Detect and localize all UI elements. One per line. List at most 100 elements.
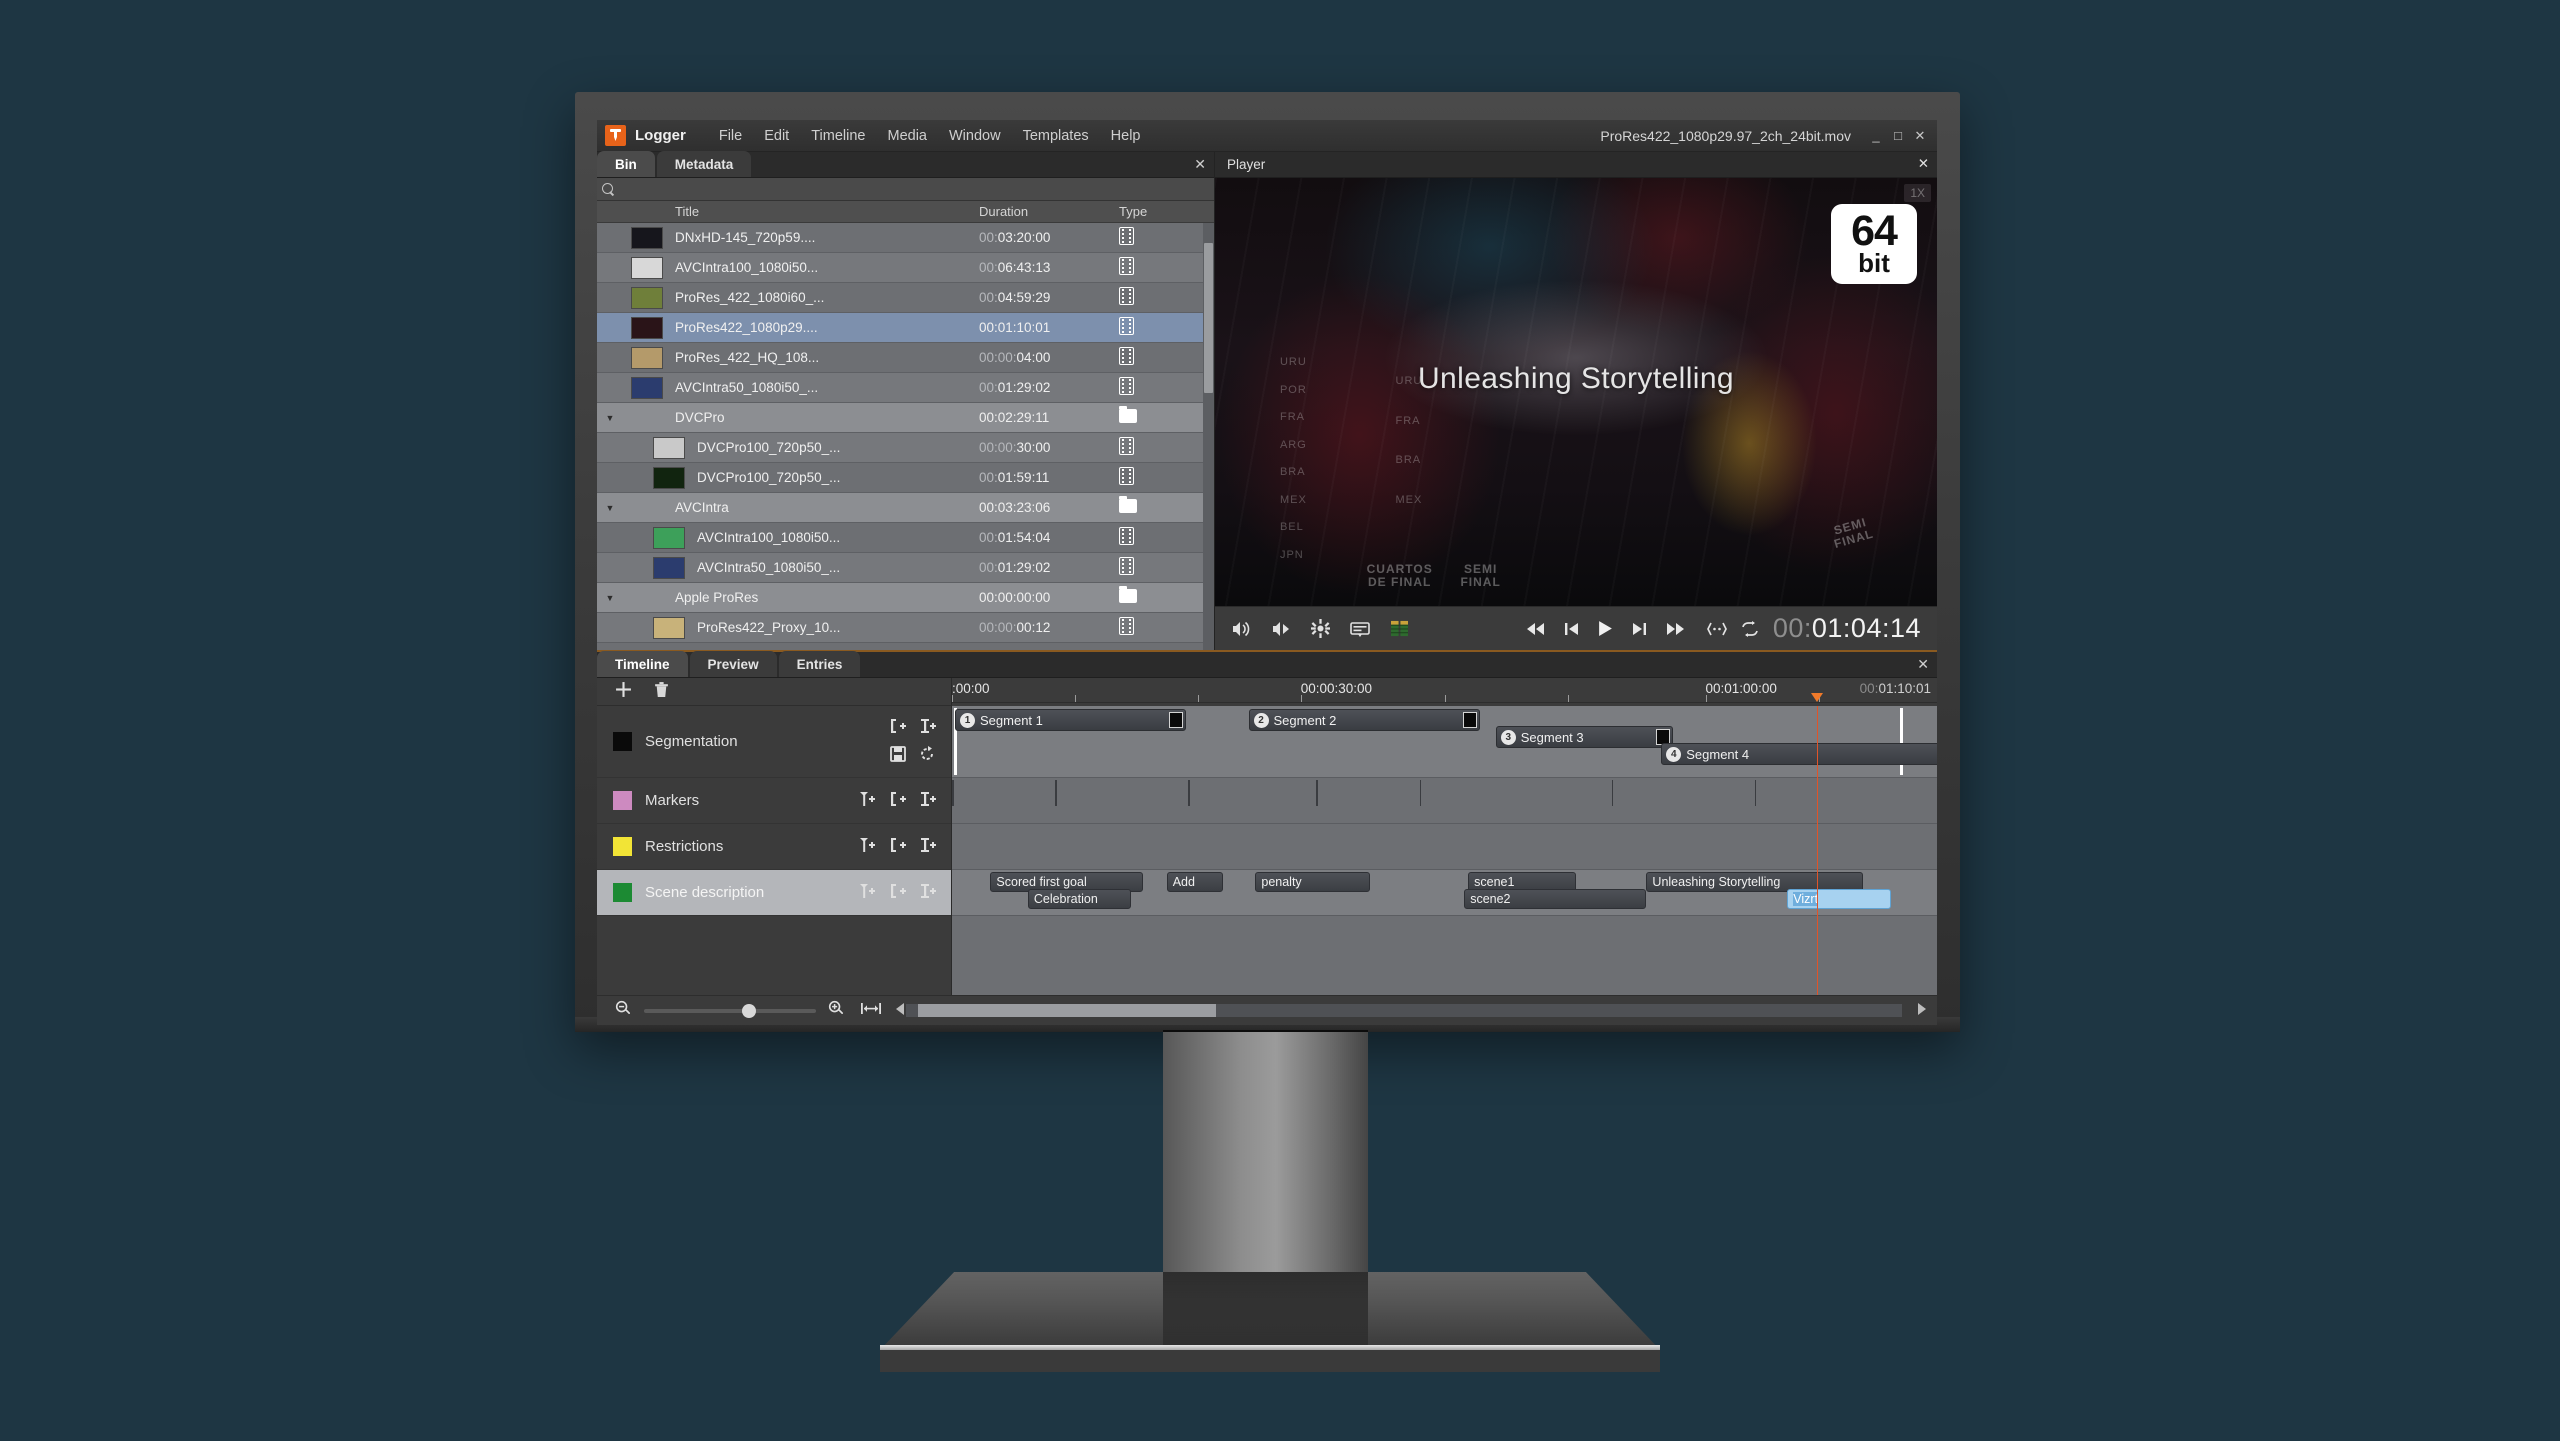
column-header-duration[interactable]: Duration bbox=[979, 204, 1119, 219]
playhead-flag[interactable] bbox=[1810, 693, 1823, 702]
track-header-markers[interactable]: Markers bbox=[597, 778, 951, 824]
segment-block[interactable]: 2 Segment 2 bbox=[1248, 709, 1480, 731]
settings-gear-icon[interactable] bbox=[1311, 619, 1330, 638]
search-input[interactable] bbox=[615, 181, 1214, 197]
scroll-right-icon[interactable] bbox=[1916, 1002, 1927, 1019]
delete-icon[interactable] bbox=[654, 681, 669, 702]
mark-in-icon[interactable] bbox=[890, 718, 907, 738]
add-marker-icon[interactable] bbox=[860, 791, 877, 811]
track-lane-restrictions[interactable] bbox=[952, 824, 1937, 870]
timeline-ruler[interactable]: :00:00 00:00:30:00 00:01:00:00 00:01:10:01 bbox=[952, 678, 1937, 703]
maximize-button[interactable]: □ bbox=[1887, 125, 1909, 147]
bin-row[interactable]: ▼ DVCPro 00:02:29:11 bbox=[597, 403, 1214, 433]
segment-block[interactable]: 1 Segment 1 bbox=[955, 709, 1187, 731]
menu-media[interactable]: Media bbox=[876, 126, 938, 146]
bin-row[interactable]: DNxHD-145_720p59.... 00:03:20:00 bbox=[597, 223, 1214, 253]
track-header-scene-description[interactable]: Scene description bbox=[597, 870, 951, 916]
track-lane-markers[interactable] bbox=[952, 778, 1937, 824]
zoom-slider-knob[interactable] bbox=[742, 1003, 756, 1018]
timeline-scrollbar-thumb[interactable] bbox=[918, 1004, 1216, 1017]
bin-row[interactable]: ProRes422_Proxy_10... 00:00:00:12 bbox=[597, 613, 1214, 643]
mark-out-icon[interactable] bbox=[920, 718, 937, 738]
marker-tick[interactable] bbox=[1611, 780, 1614, 806]
scene-entry[interactable]: Celebration bbox=[1027, 889, 1132, 909]
add-marker-icon[interactable] bbox=[860, 883, 877, 903]
tab-bin[interactable]: Bin bbox=[597, 151, 655, 177]
menu-file[interactable]: File bbox=[708, 126, 753, 146]
menu-window[interactable]: Window bbox=[938, 126, 1012, 146]
mark-out-icon[interactable] bbox=[920, 791, 937, 811]
next-frame-icon[interactable] bbox=[1632, 622, 1646, 636]
zoom-out-icon[interactable] bbox=[615, 1000, 632, 1021]
menu-edit[interactable]: Edit bbox=[753, 126, 800, 146]
marker-tick[interactable] bbox=[1754, 780, 1757, 806]
fit-to-width-icon[interactable] bbox=[861, 1002, 881, 1019]
mark-out-icon[interactable] bbox=[920, 837, 937, 857]
track-header-restrictions[interactable]: Restrictions bbox=[597, 824, 951, 870]
play-icon[interactable] bbox=[1597, 620, 1614, 637]
segment-block[interactable]: 3 Segment 3 bbox=[1495, 726, 1674, 748]
mark-in-icon[interactable] bbox=[890, 791, 907, 811]
row-expander-icon[interactable]: ▼ bbox=[597, 413, 623, 423]
playhead[interactable] bbox=[1816, 706, 1819, 995]
in-out-range-icon[interactable] bbox=[1706, 621, 1727, 637]
bin-scrollbar-thumb[interactable] bbox=[1204, 243, 1213, 393]
marker-tick[interactable] bbox=[1316, 780, 1318, 806]
loop-icon[interactable] bbox=[1741, 620, 1759, 637]
minimize-button[interactable]: _ bbox=[1865, 125, 1887, 147]
track-header-segmentation[interactable]: Segmentation bbox=[597, 706, 951, 778]
fast-forward-icon[interactable] bbox=[1664, 622, 1684, 636]
bin-row[interactable]: ▼ AVCIntra 00:03:23:06 bbox=[597, 493, 1214, 523]
add-marker-icon[interactable] bbox=[860, 837, 877, 857]
tab-preview[interactable]: Preview bbox=[689, 651, 777, 677]
player-close-icon[interactable]: ✕ bbox=[1918, 156, 1929, 172]
audio-follow-icon[interactable] bbox=[1271, 620, 1291, 638]
row-expander-icon[interactable]: ▼ bbox=[597, 593, 623, 603]
tab-entries[interactable]: Entries bbox=[778, 651, 861, 677]
marker-tick[interactable] bbox=[1188, 780, 1190, 806]
previous-frame-icon[interactable] bbox=[1565, 622, 1579, 636]
track-lane-scene-description[interactable]: Scored first goal Celebration Add penalty sc… bbox=[952, 870, 1937, 916]
marker-tick[interactable] bbox=[952, 780, 954, 806]
column-header-title[interactable]: Title bbox=[671, 204, 979, 219]
subtitle-icon[interactable] bbox=[1350, 621, 1370, 637]
bin-row[interactable]: ProRes422_1080p29.... 00:01:10:01 bbox=[597, 313, 1214, 343]
menu-templates[interactable]: Templates bbox=[1012, 126, 1100, 146]
bin-row[interactable]: AVCIntra50_1080i50_... 00:01:29:02 bbox=[597, 553, 1214, 583]
menu-bar[interactable]: File Edit Timeline Media Window Template… bbox=[708, 126, 1152, 146]
tab-timeline[interactable]: Timeline bbox=[597, 651, 688, 677]
marker-tick[interactable] bbox=[1419, 780, 1422, 806]
rewind-icon[interactable] bbox=[1527, 622, 1547, 636]
refresh-icon[interactable] bbox=[919, 745, 935, 766]
close-window-button[interactable]: ✕ bbox=[1909, 125, 1931, 147]
video-viewer[interactable]: URU POR FRA ARG BRA MEX BEL JPN URU FRA BRA MEX CU… bbox=[1215, 178, 1937, 606]
marker-tick[interactable] bbox=[1055, 780, 1057, 806]
scene-entry[interactable]: Vizrt bbox=[1787, 889, 1891, 909]
menu-timeline[interactable]: Timeline bbox=[800, 126, 876, 146]
bin-row[interactable]: DVCPro100_720p50_... 00:01:59:11 bbox=[597, 463, 1214, 493]
bin-row[interactable]: AVCIntra100_1080i50... 00:01:54:04 bbox=[597, 523, 1214, 553]
menu-help[interactable]: Help bbox=[1100, 126, 1152, 146]
scroll-left-icon[interactable] bbox=[895, 1002, 906, 1019]
mark-in-icon[interactable] bbox=[890, 883, 907, 903]
track-lane-segmentation[interactable]: 1 Segment 1 2 Segment 2 3 Segment 3 4 Segment 4 bbox=[952, 706, 1937, 778]
tab-metadata[interactable]: Metadata bbox=[656, 151, 752, 177]
audio-icon[interactable] bbox=[1231, 620, 1251, 638]
scene-entry[interactable]: scene2 bbox=[1464, 889, 1647, 909]
bin-row[interactable]: ProRes_422_HQ_108... 00:00:04:00 bbox=[597, 343, 1214, 373]
bin-search-bar[interactable] bbox=[597, 178, 1214, 201]
bin-row[interactable]: DVCPro100_720p50_... 00:00:30:00 bbox=[597, 433, 1214, 463]
row-expander-icon[interactable]: ▼ bbox=[597, 503, 623, 513]
bin-list[interactable]: DNxHD-145_720p59.... 00:03:20:00 AVCIntra1… bbox=[597, 223, 1214, 650]
bin-close-icon[interactable]: ✕ bbox=[1194, 156, 1206, 173]
bin-scrollbar[interactable] bbox=[1203, 223, 1214, 650]
mark-out-icon[interactable] bbox=[920, 883, 937, 903]
bin-row[interactable]: ProRes_422_1080i60_... 00:04:59:29 bbox=[597, 283, 1214, 313]
scene-entry[interactable]: Add bbox=[1166, 872, 1223, 892]
save-icon[interactable] bbox=[890, 745, 906, 766]
scene-entry[interactable]: penalty bbox=[1255, 872, 1370, 892]
mark-in-icon[interactable] bbox=[890, 837, 907, 857]
track-lanes[interactable]: 1 Segment 1 2 Segment 2 3 Segment 3 4 Segment 4… bbox=[952, 706, 1937, 995]
zoom-slider[interactable] bbox=[644, 1003, 816, 1018]
audio-levels-icon[interactable] bbox=[1390, 620, 1409, 637]
